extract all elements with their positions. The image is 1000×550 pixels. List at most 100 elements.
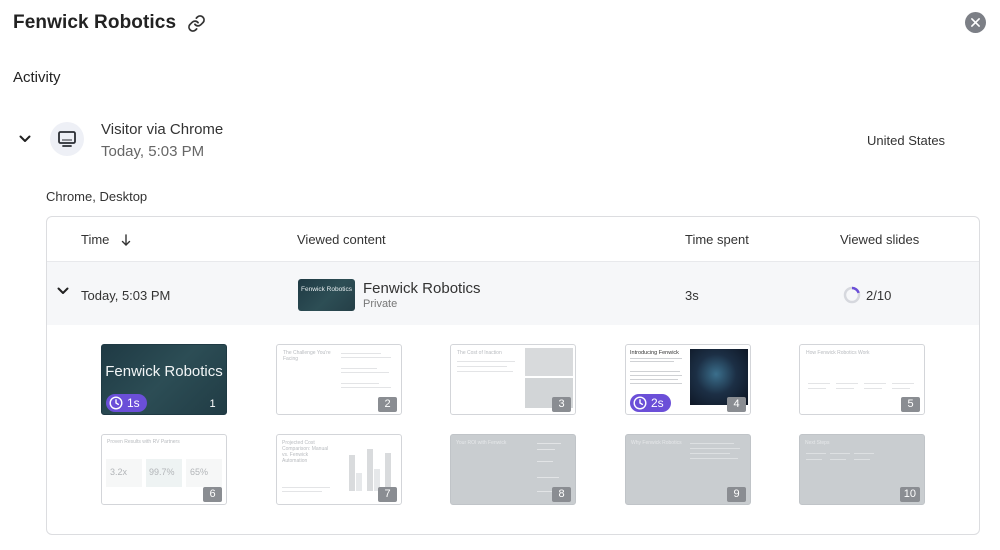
- slide-line: [690, 458, 738, 459]
- viewed-slides-count: 2/10: [866, 287, 892, 303]
- slide-thumbnail-8[interactable]: Your ROI with Fenwick 8: [450, 434, 576, 505]
- section-title: Activity: [13, 69, 61, 86]
- slide-thumbnail-5[interactable]: How Fenwick Robotics Work 5: [799, 344, 925, 415]
- column-header-label: Time spent: [685, 232, 749, 247]
- link-icon[interactable]: [186, 13, 206, 33]
- slide-line: [864, 383, 886, 384]
- progress-ring-icon: [843, 286, 861, 304]
- slide-line: [630, 383, 682, 384]
- slide-line: [808, 383, 830, 384]
- slide-line: [806, 459, 822, 460]
- slide-thumbnail-2[interactable]: The Challenge You're Facing 2: [276, 344, 402, 415]
- column-header-content: Viewed content: [297, 232, 386, 247]
- slide-stat: 99.7%: [149, 467, 175, 477]
- arrow-down-icon[interactable]: [121, 233, 131, 246]
- slide-title: How Fenwick Robotics Work: [806, 350, 870, 356]
- slide-thumbnail-9[interactable]: Why Fenwick Robotics 9: [625, 434, 751, 505]
- page-title: Fenwick Robotics: [13, 12, 177, 33]
- time-badge-label: 2s: [651, 396, 664, 410]
- time-spent: 3s: [685, 288, 699, 303]
- slide-line: [806, 453, 826, 454]
- slide-line: [830, 459, 846, 460]
- slide-image: [525, 348, 573, 376]
- content-thumbnail[interactable]: Fenwick Robotics: [298, 279, 355, 311]
- session-time: Today, 5:03 PM: [81, 288, 171, 303]
- visitor-row: Visitor via Chrome Today, 5:03 PM United…: [0, 116, 1000, 164]
- slide-line: [630, 358, 682, 359]
- slide-line: [537, 477, 559, 478]
- close-icon: [971, 18, 980, 27]
- visitor-time: Today, 5:03 PM: [101, 143, 205, 160]
- slide-line: [341, 383, 379, 384]
- slide-line: [630, 375, 682, 376]
- slide-bar: [349, 455, 355, 491]
- slide-title: Introducing Fenwick: [630, 350, 679, 356]
- slide-number: 3: [552, 397, 571, 412]
- slide-thumbnail-6[interactable]: Proven Results with RV Partners 3.2x 99.…: [101, 434, 227, 505]
- time-badge-label: 1s: [127, 396, 140, 410]
- slide-line: [341, 353, 381, 354]
- slide-number: 10: [899, 487, 920, 502]
- slide-line: [864, 388, 882, 389]
- column-header-time[interactable]: Time: [81, 232, 131, 247]
- slide-line: [457, 361, 515, 362]
- close-button[interactable]: [965, 12, 986, 33]
- slide-number: 2: [378, 397, 397, 412]
- slide-title: Next Steps: [805, 440, 830, 446]
- slide-line: [630, 371, 680, 372]
- slide-line: [892, 383, 914, 384]
- slide-title: Fenwick Robotics: [105, 363, 223, 380]
- chevron-down-icon: [19, 135, 31, 142]
- slide-thumbnail-3[interactable]: The Cost of Inaction 3: [450, 344, 576, 415]
- collapse-row-button[interactable]: [57, 287, 71, 301]
- content-title[interactable]: Fenwick Robotics: [363, 280, 481, 297]
- slide-number: 8: [552, 487, 571, 502]
- slide-thumbnail-1[interactable]: Fenwick Robotics 1s 1: [101, 344, 227, 415]
- table-row[interactable]: Today, 5:03 PM Fenwick Robotics Fenwick …: [47, 261, 979, 325]
- collapse-visitor-button[interactable]: [17, 131, 33, 147]
- slide-line: [537, 443, 561, 444]
- column-header-slides: Viewed slides: [840, 232, 919, 247]
- slide-line: [630, 361, 674, 362]
- visitor-country: United States: [867, 133, 946, 148]
- slide-thumbnail-10[interactable]: Next Steps 10: [799, 434, 925, 505]
- slide-line: [457, 371, 513, 372]
- slide-line: [630, 379, 678, 380]
- slide-bar: [385, 453, 391, 491]
- slide-stat: 65%: [190, 467, 209, 477]
- slide-line: [282, 491, 322, 492]
- clock-icon: [633, 396, 647, 410]
- time-badge: 1s: [106, 394, 147, 412]
- slide-line: [690, 453, 730, 454]
- time-badge: 2s: [630, 394, 671, 412]
- column-header-label: Time: [81, 232, 110, 247]
- slide-title: Your ROI with Fenwick: [456, 440, 507, 446]
- slide-line: [892, 388, 910, 389]
- slide-line: [836, 388, 854, 389]
- content-visibility: Private: [363, 298, 398, 310]
- visitor-name: Visitor via Chrome: [101, 121, 224, 138]
- slide-line: [537, 449, 555, 450]
- slide-line: [690, 443, 734, 444]
- slide-title: The Cost of Inaction: [457, 350, 502, 356]
- column-header-label: Viewed content: [297, 232, 386, 247]
- slide-line: [341, 368, 377, 369]
- chevron-down-icon: [57, 287, 69, 294]
- slide-number: 7: [378, 487, 397, 502]
- slide-bar: [356, 473, 362, 491]
- slide-thumbnail-7[interactable]: Projected Cost Comparison: Manual vs. Fe…: [276, 434, 402, 505]
- desktop-monitor-icon: [58, 131, 76, 147]
- slide-stat: 3.2x: [110, 467, 128, 477]
- slide-line: [341, 387, 391, 388]
- clock-icon: [109, 396, 123, 410]
- slide-line: [836, 383, 858, 384]
- slide-line: [537, 461, 553, 462]
- slide-thumbnail-4[interactable]: Introducing Fenwick 2s 4: [625, 344, 751, 415]
- slide-title: The Challenge You're Facing: [283, 350, 331, 362]
- slide-number: 1: [209, 398, 216, 410]
- thumbnail-text: Fenwick Robotics: [301, 286, 352, 293]
- slide-number: 5: [901, 397, 920, 412]
- page-header: Fenwick Robotics: [13, 12, 206, 34]
- slide-line: [341, 357, 391, 358]
- slide-title: Why Fenwick Robotics: [631, 440, 682, 446]
